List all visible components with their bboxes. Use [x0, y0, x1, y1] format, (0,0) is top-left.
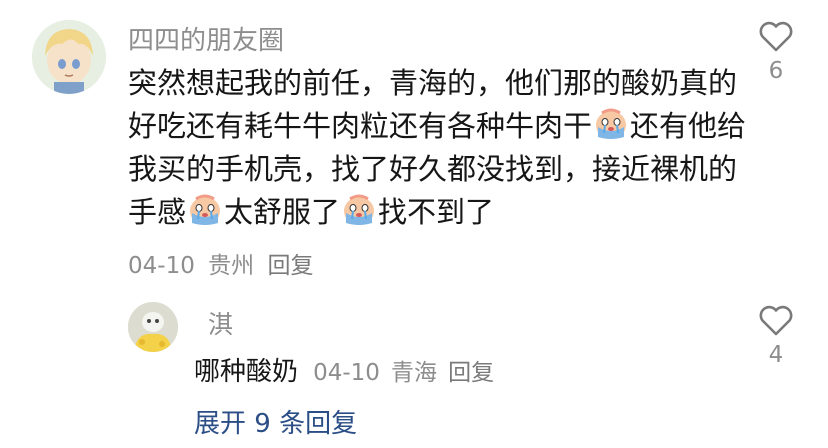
reply-reply-button[interactable]: 回复: [448, 360, 494, 386]
comment-like-button[interactable]: 6: [746, 20, 806, 84]
replier-username[interactable]: 淇: [208, 305, 233, 341]
reply-like-button[interactable]: 4: [746, 304, 806, 368]
crying-face-emoji: [341, 191, 377, 227]
heart-icon: [759, 305, 793, 336]
reply-date: 04-10: [313, 360, 380, 386]
comment-reply-button[interactable]: 回复: [267, 253, 313, 279]
expand-replies-link[interactable]: 展开 9 条回复: [194, 403, 357, 440]
comment-like-count: 6: [768, 58, 784, 84]
comment-text: 突然想起我的前任，青海的，他们那的酸奶真的好吃还有耗牛牛肉粒还有各种牛肉干 还有他…: [128, 62, 748, 234]
heart-icon: [759, 21, 793, 52]
comment-text-segment-3: 太舒服了: [224, 195, 341, 229]
comment-location: 贵州: [208, 253, 255, 279]
commenter-avatar[interactable]: [32, 20, 106, 94]
reply-like-count: 4: [768, 342, 784, 368]
reply-location: 青海: [391, 360, 438, 386]
replier-avatar[interactable]: [128, 302, 178, 352]
reply-content: 哪种酸奶 04-10 青海 回复: [194, 351, 494, 388]
cat-photo-avatar-image: [128, 302, 178, 352]
reply-text: 哪种酸奶: [194, 357, 299, 387]
comment-text-segment-4: 找不到了: [378, 195, 495, 229]
crying-face-emoji: [593, 105, 629, 141]
anime-avatar-image: [32, 20, 106, 94]
comment-date: 04-10: [128, 253, 195, 279]
crying-face-emoji: [187, 191, 223, 227]
comment-meta: 04-10 贵州 回复: [128, 246, 319, 280]
commenter-username[interactable]: 四四的朋友圈: [128, 20, 284, 57]
